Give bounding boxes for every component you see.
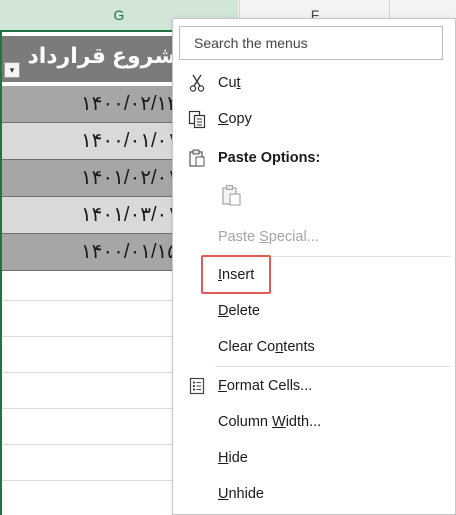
menu-item-hide[interactable]: Hide xyxy=(173,442,455,474)
menu-item-label: Copy xyxy=(218,111,252,127)
menu-search-input[interactable]: Search the menus xyxy=(179,26,443,60)
menu-item-delete[interactable]: Delete xyxy=(173,295,455,327)
menu-separator xyxy=(215,366,451,367)
dropdown-arrow-icon[interactable]: ▾ xyxy=(4,62,20,78)
menu-item-paste-special: Paste Special... xyxy=(173,221,455,253)
clipboard-icon xyxy=(187,148,207,168)
insert-highlight-box xyxy=(201,255,271,294)
menu-item-column-width[interactable]: Column Width... xyxy=(173,406,455,438)
scissors-icon xyxy=(187,73,207,93)
clipboard-icon xyxy=(219,185,245,213)
menu-item-copy[interactable]: Copy xyxy=(173,103,455,135)
menu-item-label: Clear Contents xyxy=(218,339,315,355)
menu-item-label: Column Width... xyxy=(218,414,322,430)
format-cells-icon xyxy=(187,376,207,396)
menu-item-label: Unhide xyxy=(218,486,264,502)
copy-icon xyxy=(187,109,207,129)
menu-item-clear-contents[interactable]: Clear Contents xyxy=(173,331,455,363)
menu-item-cut[interactable]: Cut xyxy=(173,67,455,99)
paste-option-button[interactable] xyxy=(219,183,245,209)
menu-item-label: Format Cells... xyxy=(218,378,313,394)
menu-item-label: Hide xyxy=(218,450,248,466)
menu-item-unhide[interactable]: Unhide xyxy=(173,478,455,510)
menu-item-label: Cut xyxy=(218,75,241,91)
menu-item-paste-options: Paste Options: xyxy=(173,142,455,174)
menu-item-format-cells[interactable]: Format Cells... xyxy=(173,370,455,402)
menu-item-label: Paste Special... xyxy=(218,229,319,245)
menu-item-label: Delete xyxy=(218,303,260,319)
menu-item-label: Paste Options: xyxy=(218,150,321,166)
